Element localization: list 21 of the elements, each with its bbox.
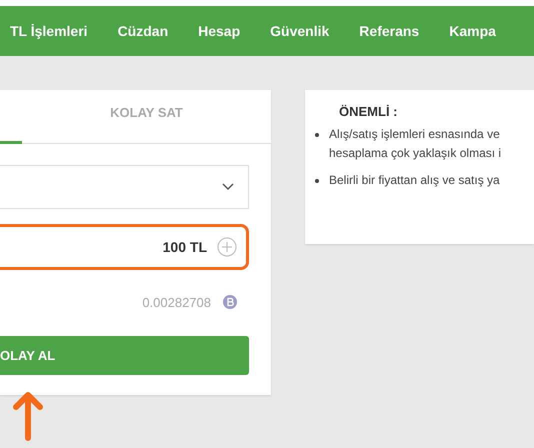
arrow-icon: [12, 390, 44, 442]
bullet-icon: [315, 133, 319, 137]
select-field[interactable]: [0, 165, 249, 209]
amount-field[interactable]: 100 TL: [0, 224, 249, 270]
tab[interactable]: KOLAY SAT: [22, 90, 271, 144]
nav-link[interactable]: Hesap: [198, 23, 240, 39]
notice-text: Belirli bir fiyattan alış ve satış ya: [329, 172, 500, 189]
amount-value: 100 TL: [162, 239, 207, 255]
result-value: 0.00282708: [142, 294, 211, 310]
notice-title: ÖNEMLİ :: [338, 104, 398, 119]
bitcoin-icon: [223, 295, 237, 309]
bullet-icon: [315, 179, 319, 183]
buy-button[interactable]: OLAY AL: [0, 336, 249, 375]
nav-link[interactable]: Cüzdan: [118, 23, 168, 39]
plus-icon[interactable]: [217, 237, 237, 257]
nav-link[interactable]: TL İşlemleri: [10, 23, 88, 39]
notice-text: Alış/satış işlemleri esnasında ve hesaplama çok yaklaşık olması i: [329, 126, 502, 162]
chevron-icon: [222, 183, 234, 191]
nav-link[interactable]: Güvenlik: [270, 23, 330, 39]
nav-link[interactable]: Referans: [359, 23, 420, 39]
nav-link[interactable]: Kampa: [449, 23, 496, 39]
